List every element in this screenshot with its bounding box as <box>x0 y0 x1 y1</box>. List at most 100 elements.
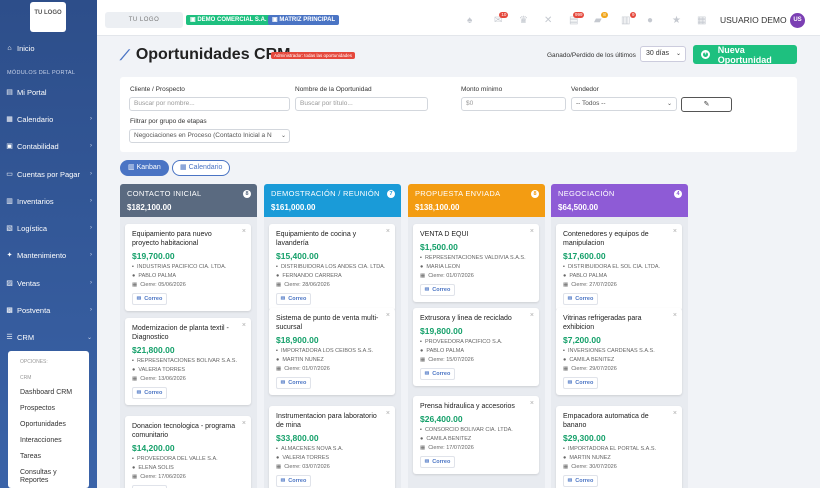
tools-icon[interactable]: ✕ <box>544 15 552 26</box>
submenu-item-oportunidades[interactable]: Oportunidades <box>20 421 66 429</box>
card-title: Vitrinas refrigeradas para exhibicion <box>563 315 642 331</box>
seller-select[interactable]: -- Todos -- ⌄ <box>571 97 677 111</box>
close-icon[interactable]: × <box>530 400 534 407</box>
submenu-caption-crm: CRM <box>20 375 32 381</box>
close-icon[interactable]: × <box>242 322 246 329</box>
card-title: Equipamiento para nuevo proyecto habitac… <box>132 231 212 247</box>
email-button[interactable]: ✉Correo <box>276 293 311 305</box>
close-icon[interactable]: × <box>242 228 246 235</box>
gp-period-select[interactable]: 30 días ⌄ <box>640 46 686 62</box>
chat-icon[interactable]: ✉ 10 <box>494 12 509 26</box>
opportunity-card[interactable]: × Donacion tecnologica - programa comunit… <box>125 416 251 488</box>
email-button[interactable]: ✉Correo <box>420 456 455 468</box>
grid-icon[interactable]: ▦ <box>697 15 706 26</box>
user-name[interactable]: USUARIO DEMO <box>720 15 787 25</box>
kanban-view-button[interactable]: ▥ Kanban <box>120 160 169 176</box>
close-icon[interactable]: × <box>386 312 390 319</box>
building-icon: ▪ <box>132 264 134 270</box>
sidebar-item-cuentas-por-pagar[interactable]: ▭ Cuentas por Pagar › <box>0 163 97 185</box>
close-icon[interactable]: × <box>530 228 534 235</box>
sidebar-item-calendario[interactable]: ▦ Calendario › <box>0 108 97 130</box>
column-count-badge: 4 <box>674 190 682 198</box>
branch-badge[interactable]: ▣ MATRIZ PRINCIPAL <box>268 15 340 25</box>
email-button[interactable]: ✉Correo <box>276 377 311 389</box>
opportunity-card[interactable]: × Equipamiento para nuevo proyecto habita… <box>125 224 251 311</box>
card-amount: $26,400.00 <box>420 414 463 424</box>
email-button[interactable]: ✉Correo <box>132 293 167 305</box>
close-icon[interactable]: × <box>386 228 390 235</box>
opportunity-search-input[interactable]: Buscar por título... <box>295 97 428 111</box>
close-icon[interactable]: × <box>530 312 534 319</box>
opportunity-card[interactable]: × Extrusora y linea de reciclado $19,800.0… <box>413 308 539 386</box>
sidebar-item-inicio[interactable]: ⌂ Inicio <box>0 37 97 59</box>
opportunity-card[interactable]: × Sistema de punto de venta multi-sucursa… <box>269 308 395 395</box>
email-button[interactable]: ✉Correo <box>563 377 598 389</box>
opportunity-card[interactable]: × Equipamiento de cocina y lavandería $15,… <box>269 224 395 311</box>
envelope-icon: ✉ <box>136 390 142 396</box>
sidebar-item-inventarios[interactable]: ▥ Inventarios › <box>0 190 97 212</box>
chevron-right-icon: › <box>90 143 92 149</box>
opportunity-card[interactable]: × Instrumentacion para laboratorio de min… <box>269 406 395 488</box>
new-opportunity-button[interactable]: + Nueva Oportunidad <box>693 45 797 65</box>
chevron-down-icon: ⌄ <box>675 51 681 57</box>
submenu-item-prospectos[interactable]: Prospectos <box>20 405 55 413</box>
email-button[interactable]: ✉Correo <box>563 293 598 305</box>
column-body: × Contenedores y equipos de manipulacion $… <box>551 217 688 488</box>
card-close-date: ▦ Cierre: 01/07/2026 <box>420 273 474 279</box>
user-icon: ● <box>563 357 567 363</box>
folder-icon[interactable]: ▰ 8 <box>594 12 608 26</box>
opportunity-card[interactable]: × Prensa hidraulica y accesorios $26,400.0… <box>413 396 539 474</box>
submenu-item-tareas[interactable]: Tareas <box>20 453 41 461</box>
email-button[interactable]: ✉Correo <box>563 475 598 487</box>
card-contact: ● FERNANDO CARRERA <box>276 273 342 279</box>
kanban-column: DEMOSTRACIÓN / REUNIÓN $161,000.00 7 × Equip… <box>264 184 401 488</box>
email-button[interactable]: ✉Correo <box>420 284 455 296</box>
sidebar-item-postventa[interactable]: ▩ Postventa › <box>0 299 97 321</box>
trophy-icon[interactable]: ♛ <box>519 15 528 26</box>
close-icon[interactable]: × <box>673 228 677 235</box>
min-amount-input[interactable]: $0 <box>461 97 566 111</box>
calendar-view-button[interactable]: ▦ Calendario <box>172 160 231 176</box>
clear-filters-button[interactable]: ✎ <box>681 97 732 112</box>
submenu-item-interacciones[interactable]: Interacciones <box>20 437 62 445</box>
opportunity-card[interactable]: × Modernizacion de planta textil - Diagno… <box>125 318 251 405</box>
sidebar-item-crm[interactable]: ☰ CRM ⌄ <box>0 326 97 348</box>
sidebar-item-contabilidad[interactable]: ▣ Contabilidad › <box>0 135 97 157</box>
user-icon: ● <box>132 273 136 279</box>
column-count-badge: 8 <box>531 190 539 198</box>
sidebar-logo[interactable]: TU LOGO <box>30 2 66 32</box>
column-count-badge: 7 <box>387 190 395 198</box>
user-icon: ● <box>276 273 280 279</box>
stage-group-select[interactable]: Negociaciones en Proceso (Contacto Inici… <box>129 129 290 143</box>
close-icon[interactable]: × <box>386 410 390 417</box>
building-icon: ▪ <box>276 264 278 270</box>
submenu-item-dashboard[interactable]: Dashboard CRM <box>20 389 72 397</box>
close-icon[interactable]: × <box>673 312 677 319</box>
email-button[interactable]: ✉Correo <box>276 475 311 487</box>
client-search-input[interactable]: Buscar por nombre... <box>129 97 290 111</box>
sidebar-item-logistica[interactable]: ▧ Logística › <box>0 217 97 239</box>
email-button[interactable]: ✉Correo <box>420 368 455 380</box>
sidebar-item-mantenimiento[interactable]: ✦ Mantenimiento › <box>0 244 97 266</box>
bell-icon[interactable]: ♠ <box>467 15 472 26</box>
cart-icon[interactable]: ▤ 999 <box>569 12 585 26</box>
email-button[interactable]: ✉Correo <box>132 387 167 399</box>
close-icon[interactable]: × <box>673 410 677 417</box>
opportunity-card[interactable]: × Empacadora automatica de banano $29,300.… <box>556 406 682 488</box>
close-icon[interactable]: × <box>242 420 246 427</box>
opportunity-card[interactable]: × Contenedores y equipos de manipulacion $… <box>556 224 682 311</box>
star-icon[interactable]: ★ <box>672 15 681 26</box>
company-badge[interactable]: ▣ DEMO COMERCIAL S.A. <box>186 15 271 25</box>
tasks-icon[interactable]: ▥ 9 <box>621 12 637 26</box>
sidebar-item-ventas[interactable]: ▨ Ventas › <box>0 272 97 294</box>
user-icon: ● <box>276 357 280 363</box>
opportunity-card[interactable]: × Vitrinas refrigeradas para exhibicion $7… <box>556 308 682 395</box>
avatar[interactable]: US <box>790 13 805 28</box>
help-icon[interactable]: ● <box>647 15 653 26</box>
submenu-item-reportes[interactable]: Consultas y Reportes <box>20 469 70 485</box>
sidebar-item-mi-portal[interactable]: ▤ Mi Portal <box>0 81 97 103</box>
card-close-date: ▦ Cierre: 15/07/2026 <box>420 357 474 363</box>
topbar-logo[interactable]: TU LOGO <box>105 12 183 28</box>
chevron-right-icon: › <box>90 225 92 231</box>
opportunity-card[interactable]: × VENTA D EQUI $1,500.00 ▪ REPRESENTACIONES … <box>413 224 539 302</box>
